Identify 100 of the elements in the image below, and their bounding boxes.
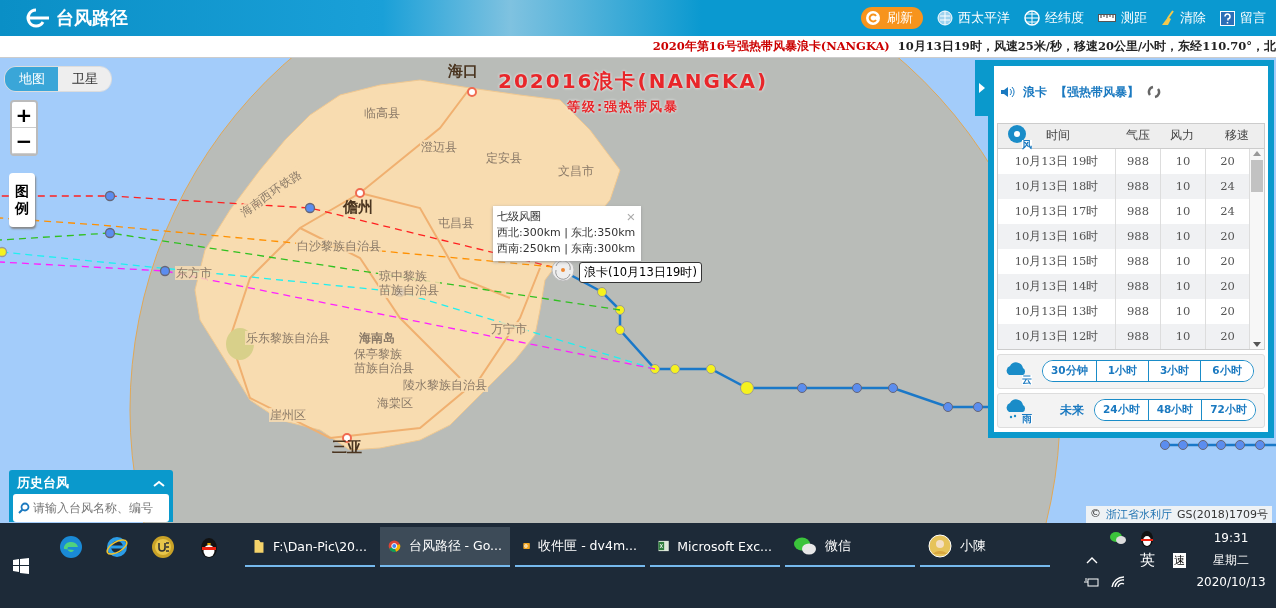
column-header: 时间 [1046, 127, 1070, 145]
license-text: GS(2018)1709号 [1176, 507, 1268, 522]
browser-wave-icon[interactable] [59, 535, 83, 559]
toolbar-button[interactable]: 经纬度 [1024, 9, 1084, 27]
taskbar-window-button[interactable]: 小陳 [920, 527, 1050, 567]
zoom-out-button[interactable]: − [12, 128, 36, 154]
taskbar-window-button[interactable]: 微信 [785, 527, 915, 567]
browser-e-icon[interactable] [105, 535, 129, 559]
toolbar-button[interactable]: 测距 [1098, 9, 1147, 27]
wifi-icon[interactable] [1111, 576, 1125, 588]
search-icon [18, 502, 30, 514]
table-cell: 10月13日 13时 [998, 298, 1116, 324]
place-label: 海棠区 [376, 396, 414, 411]
ticker-headline: 2020年第16号强热带风暴浪卡(NANGKA) [652, 39, 890, 54]
typhoon-grade: 等级:强热带风暴 [567, 98, 680, 116]
time-option-button[interactable]: 72小时 [1201, 400, 1255, 421]
place-label: 乐东黎族自治县 [245, 331, 331, 346]
place-label: 陵水黎族自治县 [402, 378, 488, 393]
clock-date[interactable]: 2020/10/13 [1196, 575, 1266, 589]
table-cell: 10 [1161, 273, 1206, 299]
column-header: 风力 [1169, 127, 1195, 145]
scroll-down-arrow-icon[interactable] [1253, 341, 1261, 347]
table-cell: 10月13日 17时 [998, 198, 1116, 224]
city-marker [467, 87, 477, 97]
chat-bubbles-icon [793, 536, 817, 556]
refresh-icon[interactable] [1147, 85, 1161, 100]
typhoon-title: 202016浪卡(NANGKA) [498, 68, 769, 95]
penguin-icon[interactable] [199, 535, 219, 559]
table-cell: 988 [1116, 223, 1161, 249]
place-label: 临高县 [363, 106, 401, 121]
table-cell: 10 [1161, 298, 1206, 324]
map-layer-tab[interactable]: 卫星 [58, 67, 111, 91]
place-label: 定安县 [485, 151, 523, 166]
place-label: 白沙黎族自治县 [296, 239, 382, 254]
typhoon-level: 【强热带风暴】 [1055, 83, 1139, 101]
refresh-icon [865, 10, 881, 26]
penguin-icon[interactable] [1140, 529, 1154, 547]
panel-toggle[interactable] [975, 60, 989, 116]
legend-button[interactable]: 图例 [9, 173, 35, 227]
table-cell: 10月13日 18时 [998, 173, 1116, 199]
chat-bubbles-icon[interactable] [1109, 531, 1127, 545]
copyright-symbol: © [1089, 507, 1101, 522]
search-field[interactable]: 请输入台风名称、编号 [13, 494, 169, 522]
place-label: 东方市 [175, 266, 213, 281]
chevron-up-icon[interactable] [1086, 556, 1098, 564]
table-cell: 10 [1161, 173, 1206, 199]
globe-icon [937, 10, 953, 26]
column-header: 气压 [1125, 127, 1151, 145]
clock-weekday[interactable]: 星期二 [1213, 551, 1249, 569]
broom-icon [1161, 10, 1175, 26]
clock-time[interactable]: 19:31 [1213, 531, 1249, 545]
speed-indicator[interactable]: 速 [1172, 552, 1186, 568]
coin-icon[interactable] [151, 535, 175, 559]
table-cell: 10 [1161, 223, 1206, 249]
taskbar-window-button[interactable]: Microsoft Exc... [650, 527, 780, 567]
toolbar-button[interactable]: 西太平洋 [937, 9, 1010, 27]
taskbar-window-button[interactable]: 台风路径 - Go... [380, 527, 510, 567]
table-cell: 988 [1116, 148, 1161, 174]
taskbar-window-button[interactable]: F:\Dan-Pic\20... [245, 527, 375, 567]
taskbar-window-button[interactable]: 收件匣 - dv4m... [515, 527, 645, 567]
map-layer-tab[interactable]: 地图 [5, 67, 58, 91]
table-cell: 10 [1161, 148, 1206, 174]
popup-text: 西北:300km | 东北:350km [497, 225, 636, 241]
storm-label: 浪卡(10月13日19时) [579, 262, 702, 283]
typhoon-name: 浪卡 [1023, 83, 1047, 101]
time-option-button[interactable]: 6小时 [1200, 361, 1253, 382]
battery-plug-icon[interactable] [1084, 576, 1100, 588]
place-label: 屯昌县 [437, 216, 475, 231]
site-title: 台风路径 [56, 6, 128, 30]
toolbar-button[interactable]: 留言 [1220, 9, 1266, 27]
table-cell: 10月13日 14时 [998, 273, 1116, 299]
avatar-icon [928, 534, 952, 558]
table-cell: 10 [1161, 248, 1206, 274]
place-label: 三亚 [331, 438, 363, 457]
place-label: 琼中黎族 苗族自治县 [378, 269, 440, 298]
zoom-in-button[interactable]: + [12, 102, 36, 128]
scrollbar-thumb[interactable] [1251, 159, 1263, 192]
place-label: 保亭黎族 苗族自治县 [353, 347, 415, 376]
table-cell: 10月13日 16时 [998, 223, 1116, 249]
collapse-chevron-icon[interactable] [153, 479, 165, 487]
popup-text: 西南:250km | 东南:300km [497, 241, 636, 257]
table-cell: 10月13日 12时 [998, 323, 1116, 349]
table-cell: 10 [1161, 323, 1206, 349]
source-link[interactable]: 浙江省水利厅 [1105, 507, 1172, 522]
scroll-up-arrow-icon[interactable] [1253, 150, 1261, 156]
place-label: 崖州区 [269, 408, 307, 423]
table-cell: 10月13日 15时 [998, 248, 1116, 274]
ime-indicator[interactable]: 英 [1139, 550, 1155, 570]
column-header: 移速 [1224, 127, 1250, 145]
scrollbar[interactable] [1250, 148, 1264, 349]
toolbar-button[interactable]: 清除 [1161, 9, 1206, 27]
table-cell: 988 [1116, 198, 1161, 224]
help-icon [1220, 10, 1235, 26]
windows-logo-icon [13, 558, 29, 574]
ticker-text: 10月13日19时，风速25米/秒，移速20公里/小时，东经110.70°，北 [897, 39, 1276, 54]
speaker-icon[interactable] [1001, 86, 1015, 99]
caret-icon [979, 83, 985, 93]
table-cell: 988 [1116, 298, 1161, 324]
place-label: 万宁市 [490, 322, 528, 337]
table-cell: 988 [1116, 173, 1161, 199]
